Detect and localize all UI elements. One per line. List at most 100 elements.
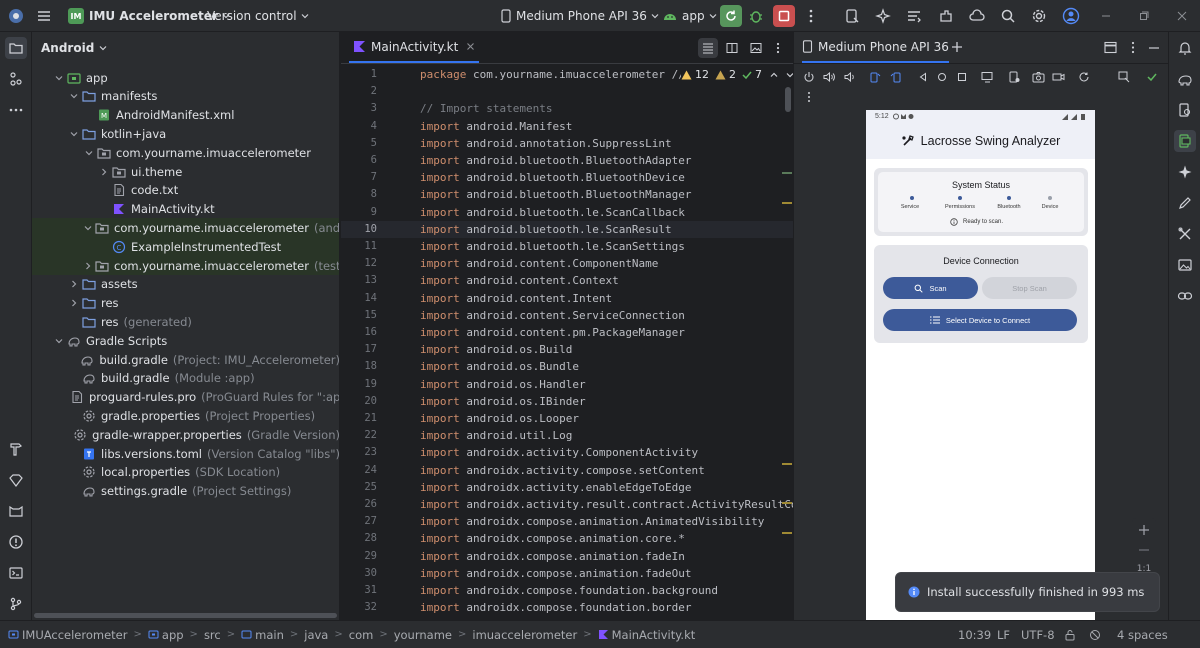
tree-item[interactable]: local.properties (SDK Location) [32,463,339,482]
device-screen[interactable]: 5:12 Lacrosse Swing Analyzer System Stat… [866,110,1095,620]
line-number[interactable]: 5 [341,135,377,152]
project-view-selector[interactable]: Android [32,32,339,64]
maximize-icon[interactable] [1138,0,1150,32]
app-logo-icon[interactable] [8,0,24,32]
code-line[interactable]: import android.os.Bundle [420,358,579,375]
chevron-up-icon[interactable] [770,71,778,79]
line-number[interactable]: 24 [341,462,377,479]
vcs-tool-button[interactable] [5,593,27,615]
line-number[interactable]: 6 [341,152,377,169]
back-icon[interactable] [917,71,929,83]
volume-down-icon[interactable] [843,71,855,83]
tree-item[interactable]: libs.versions.toml (Version Catalog "libs… [32,444,339,463]
code-line[interactable]: import androidx.compose.animation.core.* [420,530,685,547]
code-line[interactable]: import android.os.Looper [420,410,579,427]
chevron-down-icon[interactable] [83,222,93,234]
line-number[interactable]: 27 [341,513,377,530]
code-line[interactable]: import android.os.Handler [420,376,586,393]
more-tools-button[interactable] [5,99,27,121]
gemini-icon[interactable] [875,0,891,32]
tree-item[interactable]: ui.theme [32,162,339,181]
line-number[interactable]: 30 [341,565,377,582]
vcs-selector[interactable]: Version control [207,0,309,32]
panel-more-icon[interactable] [1131,41,1135,54]
code-line[interactable]: import android.bluetooth.BluetoothManage… [420,186,692,203]
breadcrumb-item[interactable]: src [204,628,221,642]
rotate-right-icon[interactable] [890,71,902,83]
snapshot-history-icon[interactable] [1078,71,1090,83]
horizontal-scrollbar[interactable] [34,613,337,618]
notifications-button[interactable] [1174,37,1196,59]
screen-record-device-icon[interactable] [1008,71,1020,83]
line-number[interactable]: 23 [341,444,377,461]
code-line[interactable]: import androidx.compose.animation.fadeOu… [420,565,692,582]
app-links-button[interactable] [1174,285,1196,307]
breadcrumb-item[interactable]: com [349,628,374,642]
code-line[interactable]: import androidx.activity.enableEdgeToEdg… [420,479,692,496]
file-encoding[interactable]: UTF-8 [1021,621,1055,648]
editor-more-icon[interactable] [771,38,785,58]
code-line[interactable]: import android.content.pm.PackageManager [420,324,685,341]
line-number[interactable]: 12 [341,255,377,272]
code-line[interactable]: import android.os.IBinder [420,393,586,410]
code-line[interactable]: import android.util.Log [420,427,572,444]
rerun-button[interactable] [720,0,742,32]
sync-gradle-icon[interactable] [906,0,922,32]
tree-item[interactable]: gradle.properties (Project Properties) [32,406,339,425]
checkmark-icon[interactable] [1146,71,1158,83]
hide-panel-icon[interactable] [1149,47,1159,49]
device-tab[interactable]: Medium Phone API 36 [802,32,949,63]
logcat-tool-button[interactable] [5,500,27,522]
code-line[interactable]: import android.os.Build [420,341,572,358]
tree-item[interactable]: Gradle Scripts [32,331,339,350]
code-line[interactable]: import androidx.compose.animation.Animat… [420,513,764,530]
power-icon[interactable] [803,71,815,83]
line-number[interactable]: 2 [341,83,377,100]
line-number[interactable]: 15 [341,307,377,324]
account-icon[interactable] [1062,0,1080,32]
overview-icon[interactable] [956,71,968,83]
toolbar-more-icon[interactable] [807,91,811,103]
editor-tab-mainactivity[interactable]: MainActivity.kt [349,32,480,63]
device-manager-icon[interactable] [844,0,860,32]
line-number[interactable]: 16 [341,324,377,341]
tree-item[interactable]: kotlin+java [32,124,339,143]
breadcrumb-item[interactable]: app [148,628,184,642]
screenshot-icon[interactable] [1032,71,1045,83]
settings-gear-icon[interactable] [1031,0,1047,32]
readonly-toggle[interactable] [1064,621,1076,648]
code-line[interactable]: import androidx.compose.foundation.borde… [420,599,692,616]
chevron-down-icon[interactable] [786,71,793,79]
tree-item[interactable]: C ExampleInstrumentedTest [32,237,339,257]
split-view-button[interactable] [722,38,742,58]
chevron-down-icon[interactable] [83,147,95,159]
code-line[interactable]: // Import statements [420,100,552,117]
tree-item[interactable]: assets [32,275,339,294]
code-line[interactable]: import android.bluetooth.le.ScanResult [420,221,672,238]
code-line[interactable]: import android.bluetooth.le.ScanCallback [420,204,685,221]
indent-setting[interactable]: 4 spaces [1117,621,1168,648]
code-line[interactable]: import android.bluetooth.BluetoothDevice [420,169,685,186]
line-number[interactable]: 31 [341,582,377,599]
code-line[interactable]: import androidx.activity.compose.setCont… [420,462,705,479]
chevron-right-icon[interactable] [68,278,80,290]
code-line[interactable]: import androidx.compose.foundation.backg… [420,582,718,599]
window-layout-icon[interactable] [1104,41,1117,54]
line-number[interactable]: 13 [341,272,377,289]
stop-button[interactable] [773,0,795,32]
line-number[interactable]: 3 [341,100,377,117]
chevron-down-icon[interactable] [68,90,80,102]
code-line[interactable]: package com.yourname.imuaccelerometer // [420,66,685,83]
problems-tool-button[interactable] [5,531,27,553]
install-notification[interactable]: Install successfully finished in 993 ms [895,572,1160,612]
tree-item[interactable]: com.yourname.imuaccelerometer (androidTes… [32,218,339,238]
line-number[interactable]: 25 [341,479,377,496]
tools-button[interactable] [1174,223,1196,245]
chevron-down-icon[interactable] [53,335,65,347]
tree-item[interactable]: M AndroidManifest.xml [32,106,339,125]
record-video-icon[interactable] [1052,71,1065,83]
tree-item[interactable]: code.txt [32,181,339,200]
gemini-tool-button[interactable] [1174,161,1196,183]
line-number[interactable]: 18 [341,358,377,375]
zoom-in-icon[interactable] [1138,524,1150,536]
